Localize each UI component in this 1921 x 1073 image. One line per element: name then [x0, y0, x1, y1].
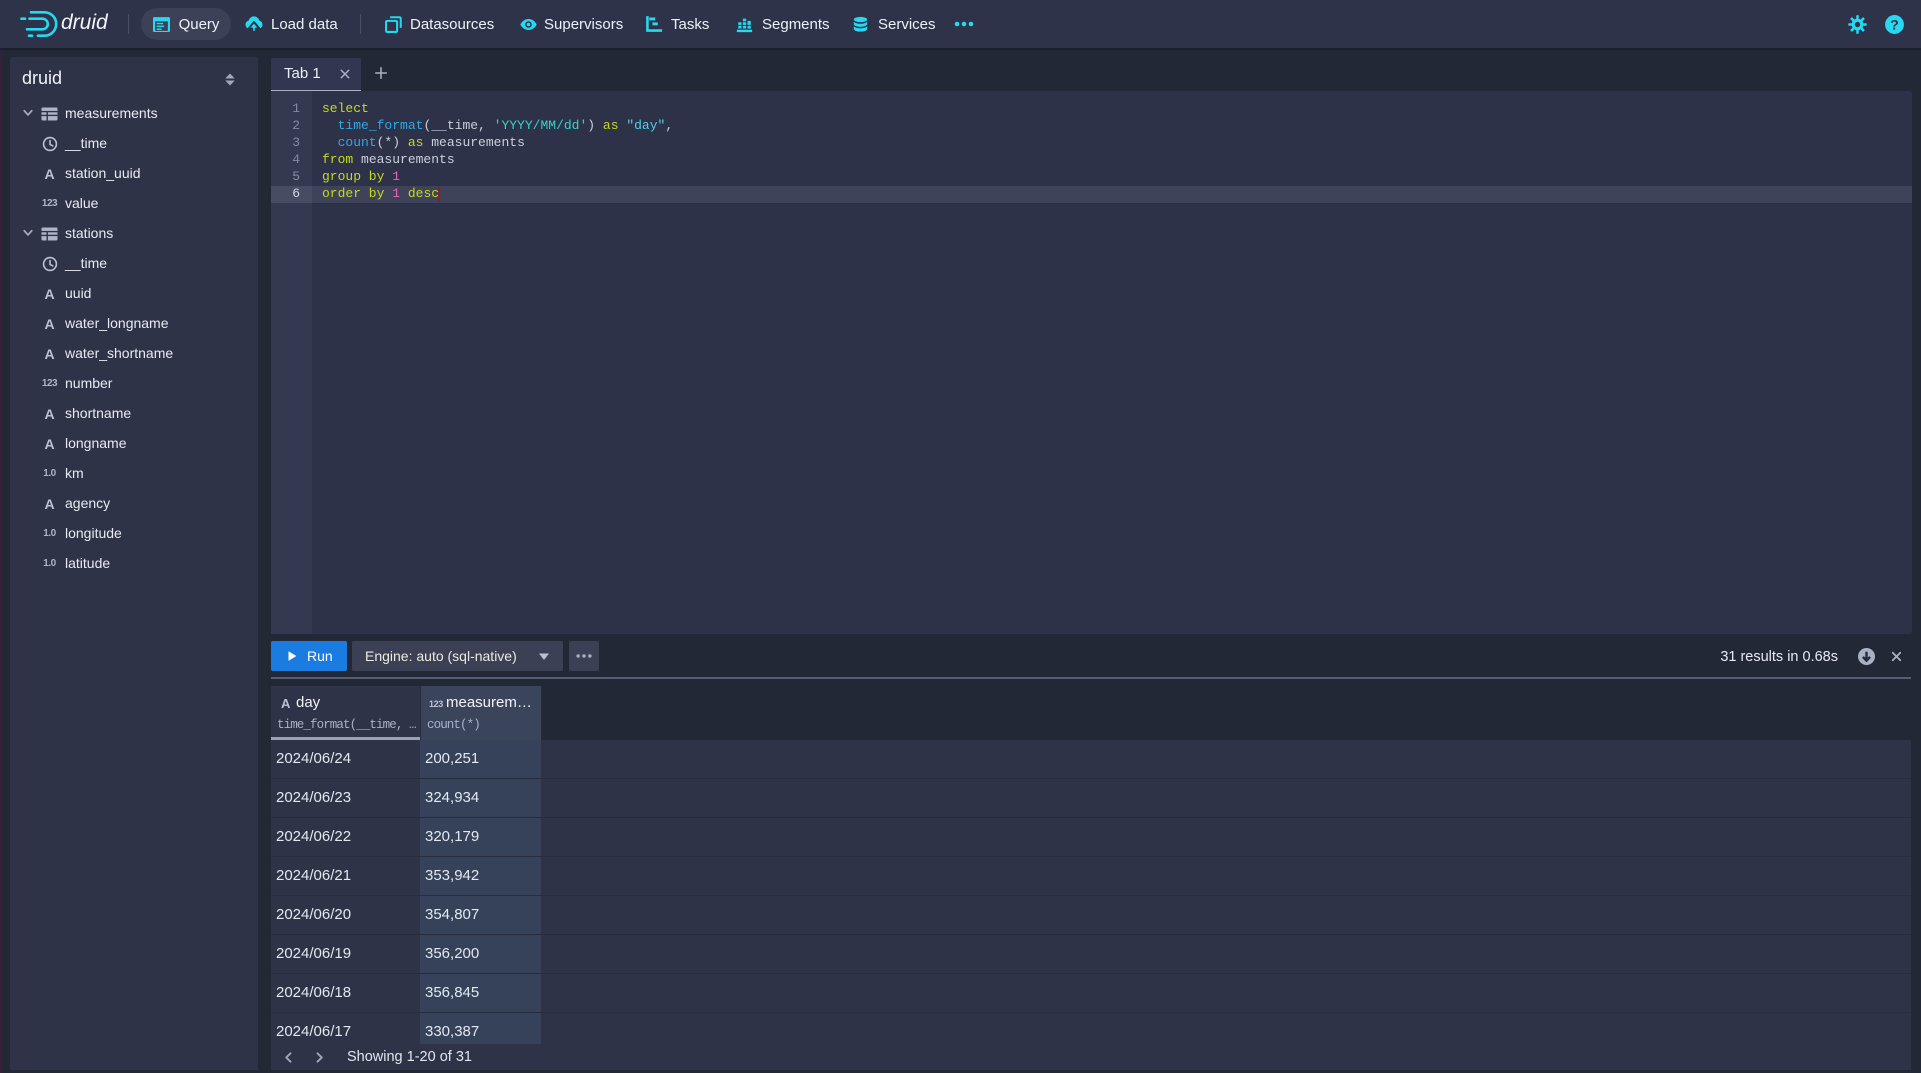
svg-text:?: ? [1890, 17, 1899, 33]
